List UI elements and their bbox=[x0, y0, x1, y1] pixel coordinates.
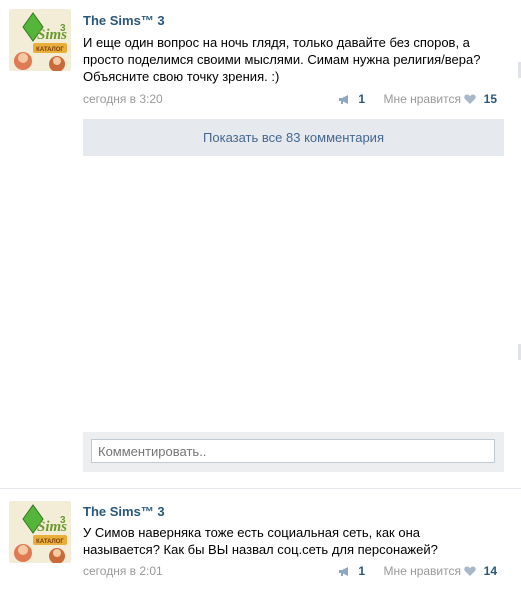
megaphone-icon[interactable] bbox=[338, 94, 351, 105]
post-divider bbox=[0, 488, 521, 489]
like-button[interactable]: Мне нравится bbox=[383, 564, 461, 578]
like-count[interactable]: 14 bbox=[484, 564, 497, 578]
svg-text:КАТАЛОГ: КАТАЛОГ bbox=[36, 539, 64, 545]
heart-icon[interactable] bbox=[464, 94, 476, 105]
like-button[interactable]: Мне нравится bbox=[383, 92, 461, 106]
avatar[interactable]: Sims 3 КАТАЛОГ bbox=[9, 501, 71, 563]
post-author[interactable]: The Sims™ 3 bbox=[83, 13, 165, 28]
post-time[interactable]: сегодня в 2:01 bbox=[83, 564, 163, 578]
share-count[interactable]: 1 bbox=[358, 564, 365, 578]
svg-text:3: 3 bbox=[60, 23, 66, 34]
post-text: И еще один вопрос на ночь глядя, только … bbox=[83, 35, 481, 84]
heart-icon[interactable] bbox=[464, 566, 476, 577]
svg-text:3: 3 bbox=[60, 515, 66, 526]
post-meta: сегодня в 3:20 1 Мне нравится 15 bbox=[83, 92, 497, 108]
svg-text:КАТАЛОГ: КАТАЛОГ bbox=[36, 47, 64, 53]
sims3-logo-image: Sims 3 КАТАЛОГ bbox=[9, 501, 71, 563]
post-text: У Симов наверняка тоже есть социальная с… bbox=[83, 525, 438, 557]
post-time[interactable]: сегодня в 3:20 bbox=[83, 92, 163, 106]
like-count[interactable]: 15 bbox=[484, 92, 497, 106]
show-all-comments-button[interactable]: Показать все 83 комментария bbox=[83, 119, 504, 156]
share-count[interactable]: 1 bbox=[358, 92, 365, 106]
comment-input[interactable] bbox=[91, 439, 495, 463]
comment-form bbox=[83, 432, 504, 472]
post-meta: сегодня в 2:01 1 Мне нравится 14 bbox=[83, 564, 497, 580]
megaphone-icon[interactable] bbox=[338, 566, 351, 577]
avatar[interactable]: Sims 3 КАТАЛОГ bbox=[9, 9, 71, 71]
post-author[interactable]: The Sims™ 3 bbox=[83, 504, 165, 519]
sims3-logo-image: Sims 3 КАТАЛОГ bbox=[9, 9, 71, 71]
